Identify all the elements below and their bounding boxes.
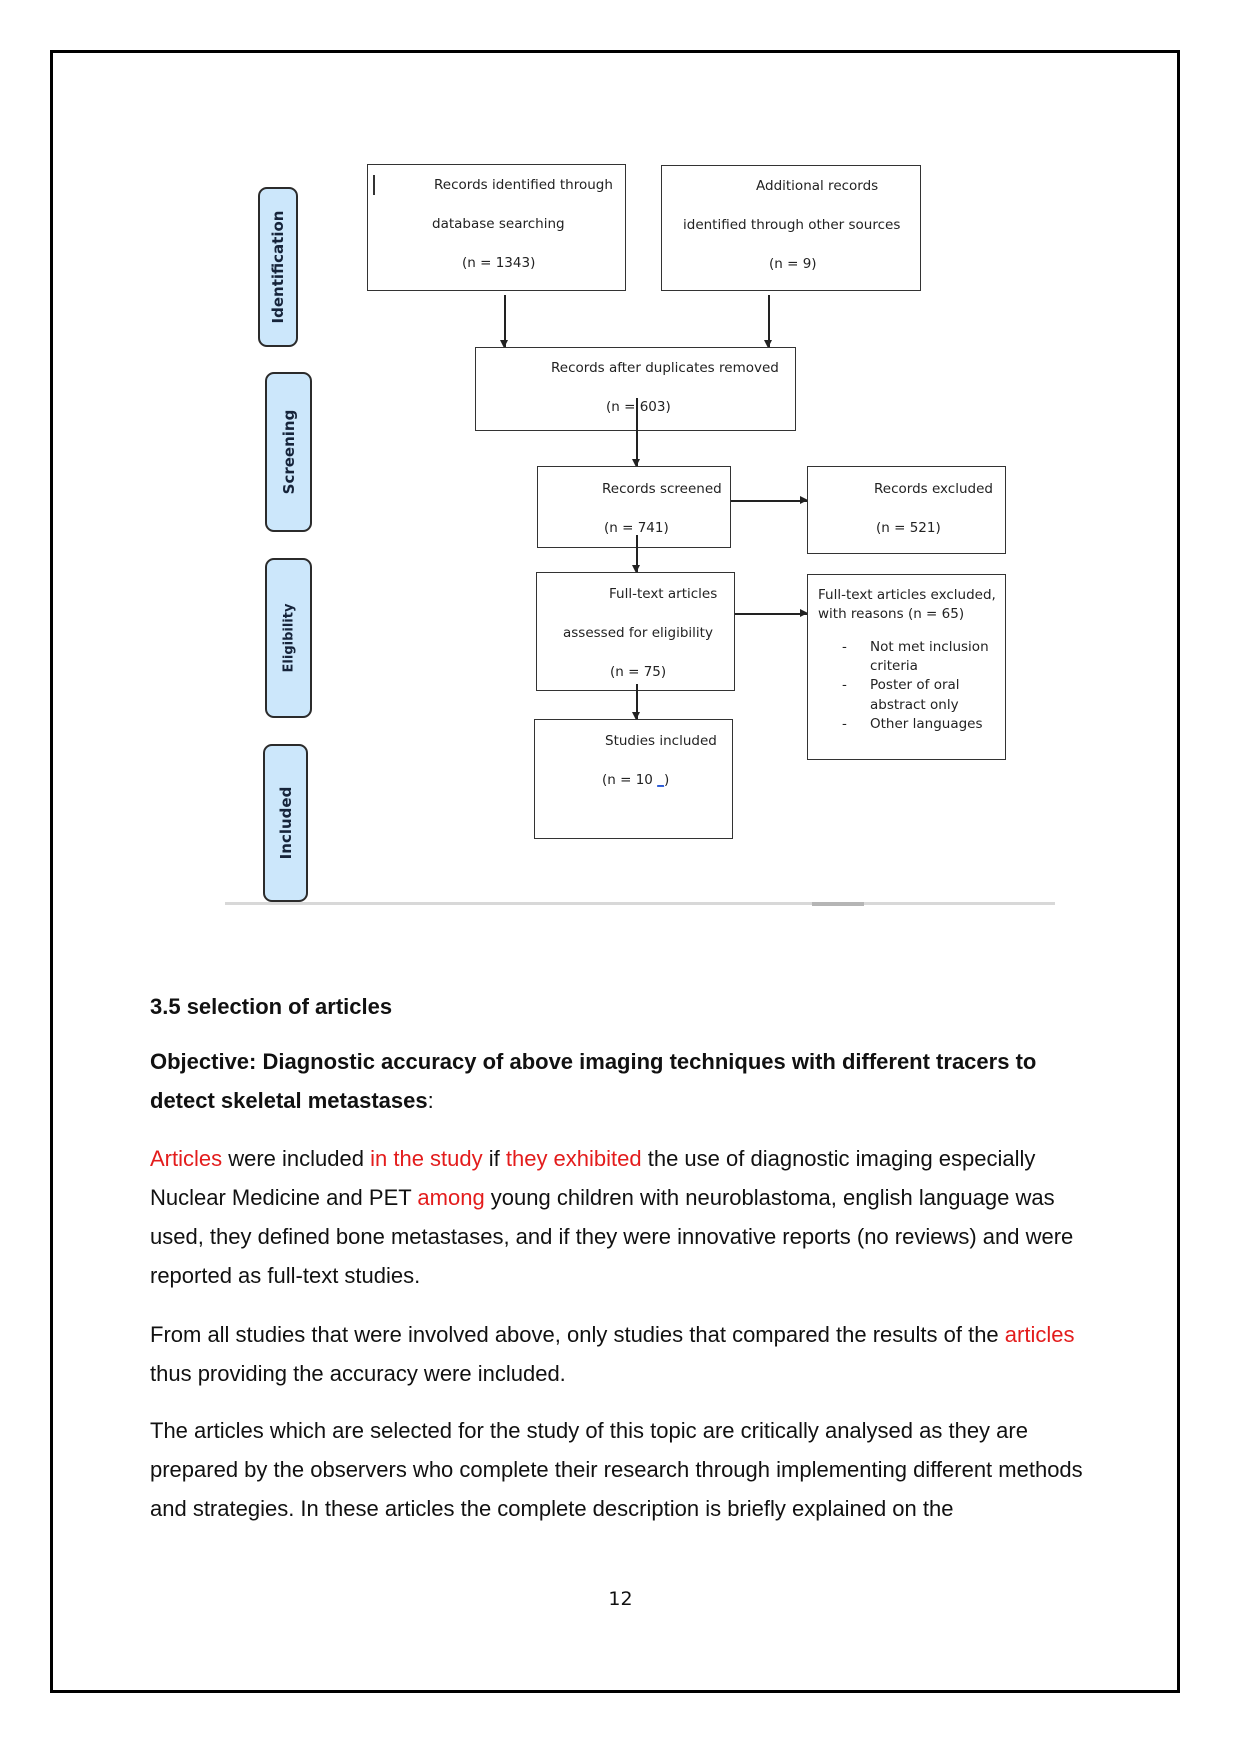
box-line: identified through other sources <box>683 217 901 233</box>
stage-screening: Screening <box>265 372 312 532</box>
reason-text: Poster of oral <box>870 677 960 693</box>
stage-identification: Identification <box>258 187 298 347</box>
arrow-database-to-duplicates <box>501 295 507 348</box>
page-number: 12 <box>608 1588 633 1610</box>
box-line: assessed for eligibility <box>563 625 713 641</box>
box-line: Studies included <box>605 733 717 749</box>
box-records-excluded: Records excluded (n = 521) <box>807 466 1006 554</box>
reason-text: Not met inclusion <box>870 639 989 655</box>
box-database-search: Records identified through database sear… <box>367 164 626 291</box>
comparison-paragraph: From all studies that were involved abov… <box>150 1315 1090 1393</box>
box-records-screened: Records screened (n = 741) <box>537 466 731 548</box>
box-line: Records screened <box>602 481 722 497</box>
stage-label: Screening <box>279 409 298 495</box>
inclusion-criteria-paragraph: Articles were included in the study if t… <box>150 1139 1090 1295</box>
highlighted-text: among <box>417 1185 485 1210</box>
section-heading: 3.5 selection of articles <box>150 994 393 1019</box>
analysis-paragraph: The articles which are selected for the … <box>150 1418 1083 1521</box>
objective-colon: : <box>427 1088 434 1113</box>
dash-bullet: - <box>842 677 847 693</box>
objective-paragraph: Objective: Diagnostic accuracy of above … <box>150 1042 1090 1120</box>
box-line: with reasons (n = 65) <box>818 606 965 622</box>
box-fulltext-assessed: Full-text articles assessed for eligibil… <box>536 572 735 691</box>
box-line: Full-text articles excluded, <box>818 587 996 603</box>
count-text: ) <box>663 772 670 788</box>
dash-bullet: - <box>842 639 847 655</box>
count-text: (n = 10 <box>602 772 658 788</box>
highlighted-text: they exhibited <box>505 1146 642 1171</box>
body-text: From all studies that were involved abov… <box>150 1322 1005 1347</box>
box-line: (n = 521) <box>876 520 941 536</box>
exclusion-reason: - Poster of oral <box>842 677 960 693</box>
stage-label: Included <box>276 786 295 860</box>
arrow-fulltext-to-included <box>633 684 639 720</box>
dash-bullet: - <box>842 716 847 732</box>
text-cursor <box>373 175 375 195</box>
box-line: (n = 9) <box>769 256 817 272</box>
stage-eligibility: Eligibility <box>265 558 312 718</box>
box-studies-included: Studies included (n = 10 _) <box>534 719 733 839</box>
horizontal-scrollbar[interactable] <box>225 902 1055 906</box>
highlighted-text: articles <box>1004 1322 1075 1347</box>
scrollbar-thumb[interactable] <box>812 902 864 906</box>
body-text: thus providing the accuracy were include… <box>150 1361 566 1386</box>
highlighted-text: Articles <box>150 1146 223 1171</box>
reason-text: criteria <box>870 658 918 674</box>
arrow-screened-to-fulltext <box>633 535 639 573</box>
arrow-fulltext-to-excluded <box>735 610 808 616</box>
reason-text: Other languages <box>870 716 983 732</box>
arrow-screened-to-excluded <box>731 497 808 503</box>
box-line: Records after duplicates removed <box>551 360 779 376</box>
box-line: (n = 1343) <box>462 255 536 271</box>
box-line: Records identified through <box>434 177 613 193</box>
box-line: (n = 741) <box>604 520 669 536</box>
hyperlink-placeholder[interactable]: _ <box>657 772 664 788</box>
stage-label: Eligibility <box>281 603 296 673</box>
box-line: Full-text articles <box>609 586 718 602</box>
reason-text: abstract only <box>870 697 959 713</box>
count-line: (n = 10 _) <box>602 772 669 788</box>
stage-label: Identification <box>269 210 287 324</box>
box-other-sources: Additional records identified through ot… <box>661 165 921 291</box>
stage-included: Included <box>263 744 308 902</box>
box-line: (n = 75) <box>610 664 667 680</box>
exclusion-reason: - Other languages <box>842 716 983 732</box>
box-line: (n = 603) <box>606 399 671 415</box>
highlighted-text: in the study <box>370 1146 483 1171</box>
box-line: Additional records <box>756 178 879 194</box>
box-fulltext-excluded: Full-text articles excluded, with reason… <box>807 574 1006 760</box>
arrow-other-to-duplicates <box>765 295 771 348</box>
exclusion-reason: - Not met inclusion <box>842 639 989 655</box>
box-line: database searching <box>432 216 565 232</box>
body-text: if <box>482 1146 506 1171</box>
body-text: were included <box>222 1146 371 1171</box>
arrow-duplicates-to-screened <box>633 398 639 467</box>
objective-text: Objective: Diagnostic accuracy of above … <box>150 1049 1037 1113</box>
box-line: Records excluded <box>874 481 993 497</box>
